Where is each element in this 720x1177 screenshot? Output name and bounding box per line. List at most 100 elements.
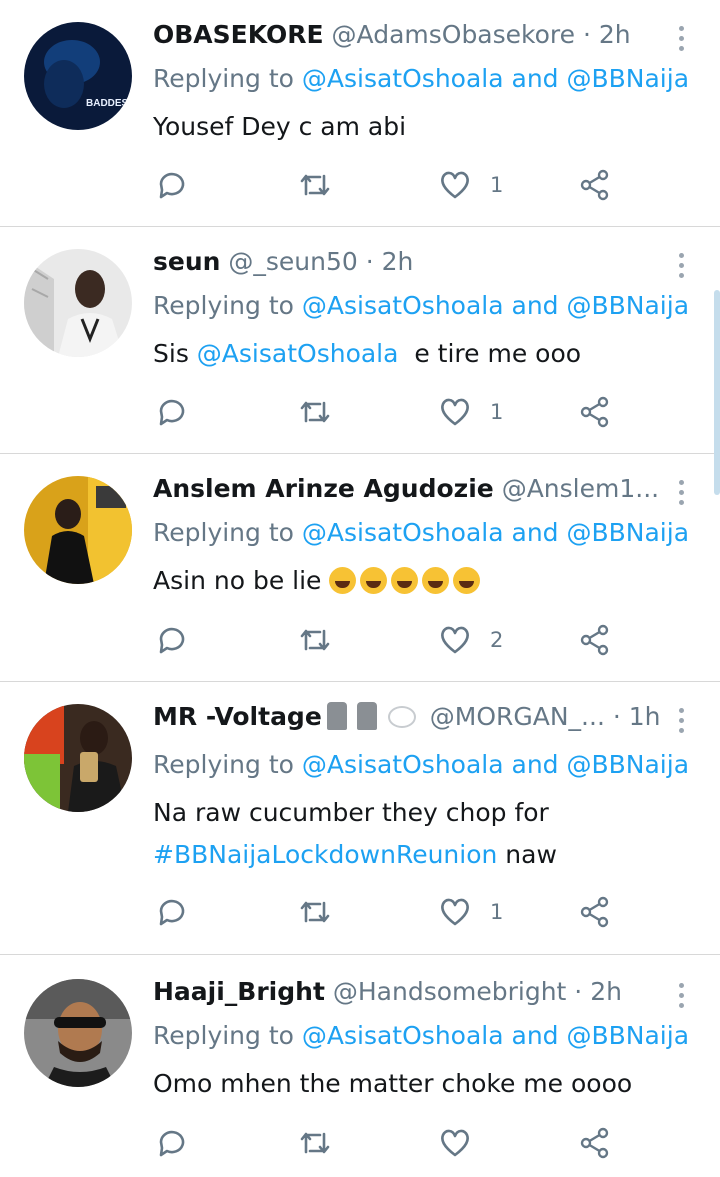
separator: · [659, 474, 660, 503]
scrollbar[interactable] [714, 290, 720, 495]
more-options-icon[interactable] [676, 480, 686, 510]
tweet[interactable]: Anslem Arinze Agudozie @Anslem1... · 2h … [0, 454, 720, 682]
share-button[interactable] [578, 622, 612, 658]
joy-emoji [422, 567, 450, 594]
separator: · [357, 247, 382, 276]
user-handle[interactable]: @_seun50 [228, 247, 357, 276]
avatar[interactable] [24, 704, 132, 812]
tweet-text: Yousef Dey c am abi [153, 112, 407, 141]
tweet-text-part: naw [497, 840, 557, 869]
speech-bubble-emoji [387, 706, 416, 728]
avatar[interactable]: BADDEST [24, 22, 132, 130]
mention-link[interactable]: @AsisatOshoala [302, 750, 504, 779]
more-options-icon[interactable] [676, 983, 686, 1013]
tweet[interactable]: Haaji_Bright @Handsomebright · 2h Replyi… [0, 955, 720, 1177]
like-icon [441, 626, 469, 654]
tweet-header: MR -Voltage @MORGAN_... · 1h [153, 701, 660, 733]
tweet-text-part: e tire me ooo [398, 339, 582, 368]
more-options-icon[interactable] [676, 253, 686, 283]
user-handle[interactable]: @Anslem1... [502, 474, 659, 503]
mention-link[interactable]: @BBNaija [566, 1021, 689, 1050]
mention-link[interactable]: @BBNaija [566, 518, 689, 547]
display-name[interactable]: Anslem Arinze Agudozie [153, 474, 494, 503]
share-icon [580, 624, 609, 656]
action-bar: 2 [0, 622, 720, 658]
share-button[interactable] [578, 894, 612, 930]
avatar-image [24, 704, 132, 812]
joy-emoji [453, 567, 481, 594]
share-button[interactable] [578, 167, 612, 203]
avatar[interactable] [24, 476, 132, 584]
replying-to-label: Replying to [153, 750, 302, 779]
hashtag-link[interactable]: #BBNaijaLockdownReunion [153, 840, 497, 869]
display-name[interactable]: MR -Voltage [153, 702, 322, 731]
replying-to-label: Replying to [153, 518, 302, 547]
display-name[interactable]: seun [153, 247, 220, 276]
tweet[interactable]: seun @_seun50 · 2h Replying to @AsisatOs… [0, 227, 720, 454]
timestamp[interactable]: 2h [599, 20, 631, 49]
mention-link[interactable]: @BBNaija [566, 750, 689, 779]
user-handle[interactable]: @AdamsObasekore [332, 20, 576, 49]
like-button[interactable]: 1 [438, 894, 503, 930]
like-count: 1 [490, 400, 504, 424]
retweet-button[interactable] [298, 167, 332, 203]
action-bar [0, 1125, 720, 1161]
avatar-image [24, 476, 132, 584]
tweet[interactable]: BADDEST OBASEKORE @AdamsObasekore · 2h R… [0, 0, 720, 227]
tweet-header: seun @_seun50 · 2h [153, 246, 670, 278]
retweet-button[interactable] [298, 622, 332, 658]
share-icon [580, 396, 609, 428]
reply-icon [159, 1130, 185, 1157]
like-button[interactable]: 1 [438, 167, 503, 203]
more-options-icon[interactable] [676, 26, 686, 56]
user-handle[interactable]: @Handsomebright [333, 977, 567, 1006]
tweet[interactable]: MR -Voltage @MORGAN_... · 1h Replying to… [0, 682, 720, 955]
mention-link[interactable]: @BBNaija [566, 64, 689, 93]
retweet-button[interactable] [298, 394, 332, 430]
separator: · [604, 702, 629, 731]
mention-link[interactable]: @BBNaija [566, 291, 689, 320]
reply-button[interactable] [155, 394, 189, 430]
timestamp[interactable]: 2h [382, 247, 414, 276]
like-button[interactable]: 1 [438, 394, 503, 430]
reply-button[interactable] [155, 167, 189, 203]
like-icon [441, 1129, 469, 1157]
user-handle[interactable]: @MORGAN_... [430, 702, 605, 731]
tweet-text-line: Na raw cucumber they chop for [153, 798, 549, 827]
mention-link[interactable]: @AsisatOshoala [197, 339, 399, 368]
mention-link[interactable]: @AsisatOshoala [302, 64, 504, 93]
like-count: 2 [490, 628, 504, 652]
share-button[interactable] [578, 394, 612, 430]
tweet-text: Sis @AsisatOshoala e tire me ooo [153, 333, 690, 375]
avatar[interactable] [24, 979, 132, 1087]
timestamp[interactable]: 1h [629, 702, 660, 731]
avatar[interactable] [24, 249, 132, 357]
reply-button[interactable] [155, 1125, 189, 1161]
more-options-icon[interactable] [676, 708, 686, 738]
separator: · [575, 20, 599, 49]
mention-link[interactable]: @AsisatOshoala [302, 291, 504, 320]
retweet-icon [300, 174, 330, 196]
retweet-icon [300, 901, 330, 923]
retweet-button[interactable] [298, 1125, 332, 1161]
reply-icon [159, 899, 185, 926]
like-button[interactable]: 2 [438, 622, 503, 658]
like-button[interactable] [438, 1125, 490, 1161]
avatar-image: BADDEST [24, 22, 132, 130]
like-icon [441, 398, 469, 426]
share-button[interactable] [578, 1125, 612, 1161]
replying-to: Replying to @AsisatOshoala and @BBNaija [153, 290, 689, 322]
display-name[interactable]: OBASEKORE [153, 20, 324, 49]
reply-button[interactable] [155, 622, 189, 658]
tweet-text-part: Asin no be lie [153, 566, 330, 595]
timestamp[interactable]: 2h [590, 977, 622, 1006]
display-name[interactable]: Haaji_Bright [153, 977, 325, 1006]
reply-button[interactable] [155, 894, 189, 930]
mention-link[interactable]: @AsisatOshoala [302, 518, 504, 547]
retweet-icon [300, 629, 330, 651]
mention-link[interactable]: @AsisatOshoala [302, 1021, 504, 1050]
tweet-text: Na raw cucumber they chop for #BBNaijaLo… [153, 792, 690, 876]
replying-to: Replying to @AsisatOshoala and @BBNaija [153, 749, 689, 781]
retweet-button[interactable] [298, 894, 332, 930]
retweet-icon [300, 1132, 330, 1154]
